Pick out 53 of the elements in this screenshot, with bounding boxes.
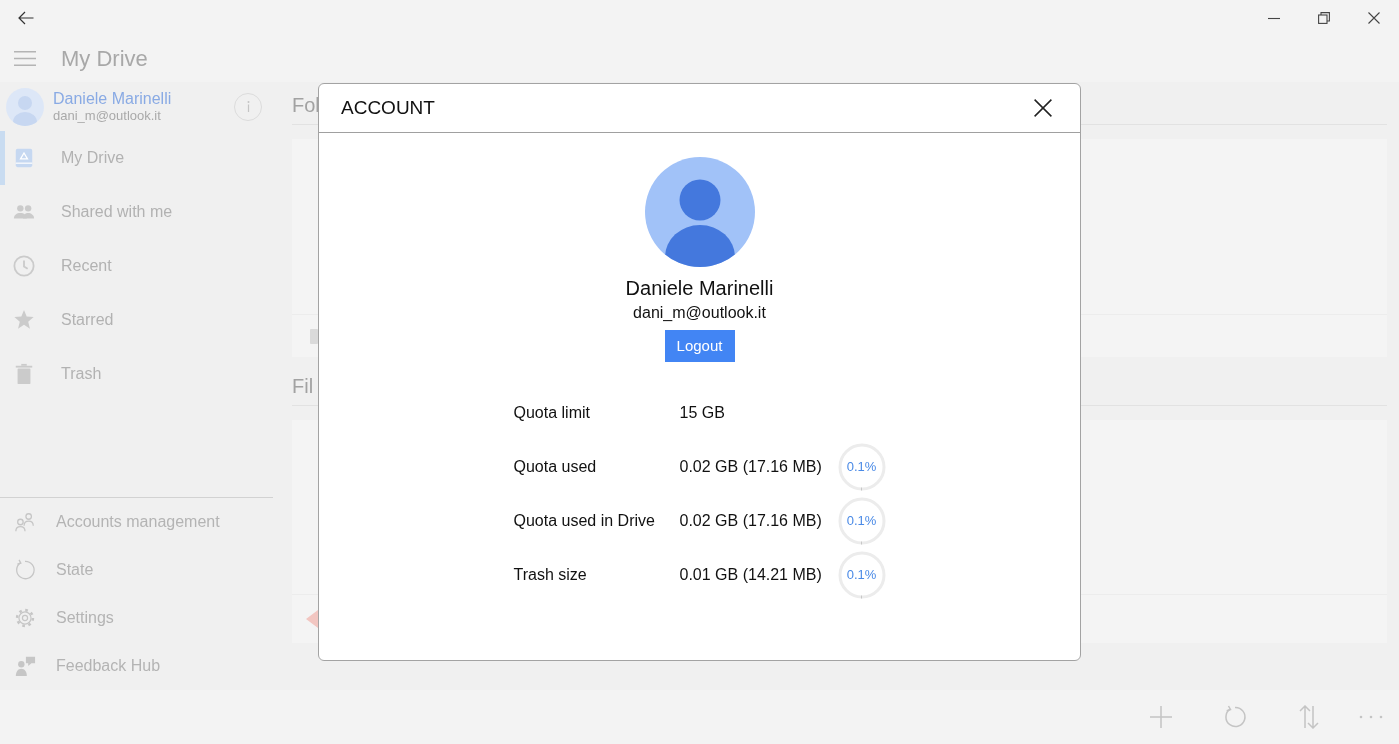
percent-label: 0.1% [846,513,877,529]
quota-label: Trash size [513,565,588,585]
back-arrow-icon [18,10,34,25]
nav-item[interactable]: Starred [0,293,273,347]
info-icon [246,101,250,112]
close-icon [1368,11,1380,24]
progress-ring [837,497,886,545]
user-name: Daniele Marinelli [625,276,774,300]
account-email: dani_m@outlook.it [53,108,162,124]
refresh-icon [14,559,36,581]
clock-icon [13,255,35,277]
avatar-icon [6,87,44,126]
quota-value: 0.02 GB (17.16 MB) [679,511,823,531]
trash-icon [13,363,35,385]
page-title: My Drive [61,44,148,73]
section-heading: Fol [292,93,320,117]
percent-label: 0.1% [846,459,877,475]
gear-icon [14,607,36,629]
square-icon [310,328,318,344]
quota-value: 15 GB [679,403,726,423]
nav-item[interactable]: Settings [0,594,273,642]
plus-icon [1149,705,1173,729]
feedback-icon [14,655,36,677]
nav-item[interactable]: Trash [0,347,273,401]
nav-item[interactable]: Feedback Hub [0,642,273,690]
logout-button[interactable]: Logout [664,330,735,362]
percent-label: 0.1% [846,567,877,583]
nav-item[interactable]: My Drive [0,131,273,185]
quota-label: Quota limit [513,403,591,423]
user-email: dani_m@outlook.it [633,303,766,323]
close-icon [1034,99,1052,117]
nav-item[interactable]: Shared with me [0,185,273,239]
refresh-icon [1223,705,1247,729]
quota-value: 0.02 GB (17.16 MB) [679,457,823,477]
restore-icon [1318,11,1330,24]
avatar-icon [644,157,755,267]
dialog-title: ACCOUNT [341,95,435,120]
quota-value: 0.01 GB (14.21 MB) [679,565,823,585]
progress-ring [837,443,886,491]
people-outline-icon [14,511,36,533]
star-icon [13,309,35,331]
triangle-icon [306,610,318,628]
quota-label: Quota used [513,457,598,477]
drive-icon [13,147,35,169]
quota-label: Quota used in Drive [513,511,656,531]
section-heading: Fil [292,374,314,398]
progress-ring [837,551,886,599]
nav-item[interactable]: Accounts management [0,498,273,546]
menu-icon [14,51,36,66]
nav-item[interactable]: State [0,546,273,594]
account-name: Daniele Marinelli [53,89,172,108]
sort-icon [1297,705,1321,729]
nav-item[interactable]: Recent [0,239,273,293]
